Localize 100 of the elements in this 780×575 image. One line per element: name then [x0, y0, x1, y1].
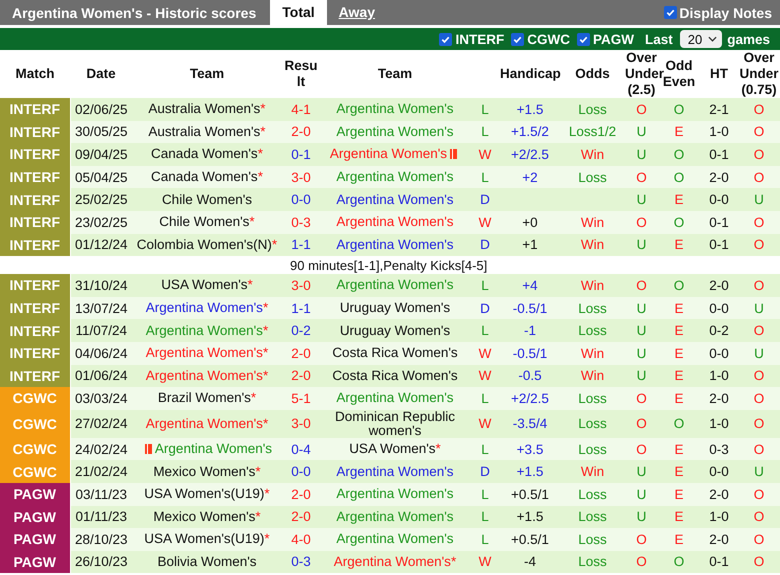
date: 27/02/24: [74, 416, 128, 432]
page-title: Argentina Women's - Historic scores: [11, 4, 258, 20]
star-mark: *: [262, 324, 268, 338]
table-text: U: [636, 323, 646, 338]
half-time-score: 1-0: [709, 509, 729, 524]
table-text: O: [636, 102, 647, 117]
team-name[interactable]: Australia Women's: [148, 102, 260, 116]
team-name[interactable]: Colombia Women's(N): [136, 238, 272, 252]
score: 1-1: [291, 300, 311, 316]
team-name[interactable]: Mexico Women's: [153, 510, 256, 524]
checkbox[interactable]: [511, 32, 524, 46]
tab[interactable]: Away: [326, 0, 387, 25]
tab[interactable]: Total: [270, 0, 327, 25]
checkbox[interactable]: [576, 32, 590, 46]
score: 2-0: [291, 368, 311, 384]
column-header: Team: [190, 66, 224, 81]
table-text: O: [754, 102, 764, 117]
team-name[interactable]: Chile Women's: [159, 215, 250, 230]
table-text: O: [754, 214, 764, 230]
table-text: Loss: [578, 390, 607, 406]
table-text: U: [636, 237, 646, 252]
table-text: O: [754, 390, 764, 406]
table-text: W: [478, 346, 492, 361]
table-text: E: [674, 464, 684, 480]
table-text: O: [636, 416, 647, 432]
table-text: U: [636, 192, 646, 208]
count-dropdown[interactable]: 20: [680, 30, 722, 48]
table-text: L: [481, 124, 489, 140]
table-text: O: [636, 390, 647, 406]
team-name[interactable]: USA Women's(U19): [144, 532, 264, 546]
date: 09/04/25: [74, 146, 128, 162]
table-text: Loss: [578, 554, 607, 570]
score: 3-0: [291, 416, 311, 432]
team-name[interactable]: USA Women's(U19): [144, 487, 264, 502]
column-header: Over Under (2.5): [625, 50, 664, 97]
score: 0-0: [291, 192, 311, 208]
team-name[interactable]: Canada Women's: [151, 147, 258, 162]
table-text: D: [480, 300, 490, 316]
table-text: +0: [522, 214, 538, 230]
league-cell: INTERF: [0, 296, 70, 320]
score: 2-0: [291, 124, 311, 140]
star-mark: *: [260, 124, 266, 139]
table-text: D: [480, 237, 490, 252]
table-text: U: [754, 464, 764, 480]
date: 23/02/25: [74, 214, 128, 230]
league-cell: PAGW: [0, 482, 70, 506]
score: 3-0: [291, 170, 311, 185]
team-name[interactable]: Argentina Women's: [146, 301, 263, 316]
table-text: E: [674, 442, 684, 457]
table-text: L: [481, 442, 489, 457]
checkbox-label: CGWC: [527, 32, 570, 46]
table-text: L: [481, 278, 489, 293]
score: 4-0: [291, 532, 311, 547]
team-name[interactable]: Brazil Women's: [158, 391, 251, 406]
table-text: +2: [522, 170, 538, 185]
team-name[interactable]: Canada Women's: [151, 170, 258, 184]
team-name[interactable]: USA Women's: [161, 278, 248, 292]
table-text: +2/2.5: [511, 390, 549, 406]
date: 30/05/25: [74, 124, 128, 140]
date: 28/10/23: [74, 532, 128, 547]
table-text: O: [674, 102, 684, 117]
table-text: E: [674, 346, 684, 361]
table-text: -0.5: [518, 368, 542, 384]
table-text: -3.5/4: [512, 416, 548, 432]
half-time-score: 0-0: [709, 300, 729, 316]
table-text: +3.5: [516, 442, 544, 457]
table-text: O: [636, 170, 647, 185]
team-name[interactable]: Argentina Women's: [146, 346, 263, 360]
table-text: Win: [580, 214, 604, 230]
team-name[interactable]: Mexico Women's: [153, 464, 256, 479]
table-text: -0.5/1: [512, 346, 548, 361]
date: 25/02/25: [74, 192, 128, 208]
table-text: +2/2.5: [511, 146, 549, 162]
half-time-score: 0-1: [709, 237, 729, 252]
table-text: U: [636, 300, 646, 316]
team-name[interactable]: Dominican Republic women's: [320, 410, 470, 438]
team-name[interactable]: Australia Women's: [148, 124, 260, 139]
table-text: Loss: [578, 442, 607, 457]
date: 31/10/24: [74, 278, 128, 293]
half-time-score: 0-0: [709, 192, 729, 208]
table-text: E: [674, 532, 684, 547]
table-text: Loss: [578, 323, 607, 338]
star-mark: *: [248, 278, 253, 292]
checkbox[interactable]: [439, 32, 452, 46]
half-time-score: 0-1: [709, 214, 729, 230]
date: 03/03/24: [74, 390, 128, 406]
table-text: U: [636, 124, 646, 140]
half-time-score: 0-0: [709, 346, 729, 361]
checkbox[interactable]: [664, 6, 678, 19]
team-name[interactable]: USA Women's: [349, 442, 436, 456]
score: 0-2: [291, 323, 311, 338]
table-text: E: [674, 486, 684, 502]
table-text: E: [674, 323, 684, 338]
star-mark: *: [262, 301, 268, 316]
score: 4-1: [291, 102, 311, 117]
score: 1-1: [291, 237, 311, 252]
table-text: Loss: [578, 509, 607, 524]
table-text: O: [754, 368, 764, 384]
table-text: Loss: [578, 300, 607, 316]
score: 0-1: [291, 146, 311, 162]
